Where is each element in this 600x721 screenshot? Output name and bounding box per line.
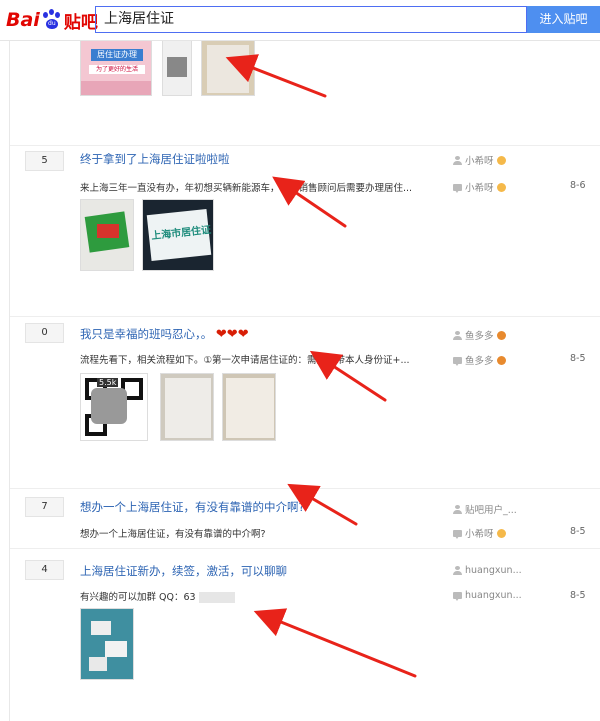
user-icon xyxy=(453,155,462,165)
divider xyxy=(10,548,600,549)
emoji-icon xyxy=(496,330,506,340)
baidu-tieba-logo[interactable]: Bai du 贴吧 xyxy=(6,7,98,33)
image-label: 5.5k xyxy=(97,378,119,387)
divider xyxy=(10,316,600,317)
red-arrow xyxy=(253,608,417,678)
last-reply-author[interactable]: 鱼多多 xyxy=(453,353,506,367)
thread-image[interactable] xyxy=(201,40,255,96)
reply-count-badge: 4 xyxy=(25,560,64,580)
thread-author[interactable]: huangxun... xyxy=(453,565,522,576)
emoji-icon xyxy=(496,155,506,165)
thread-title[interactable]: 想办一个上海居住证，有没有靠谱的中介啊? xyxy=(80,499,305,515)
thread-date: 8-6 xyxy=(570,180,586,191)
author-name: 鱼多多 xyxy=(465,331,494,342)
divider xyxy=(10,145,600,146)
thread-image[interactable] xyxy=(222,373,276,441)
logo-text: Bai xyxy=(6,9,40,31)
snippet-text: 有兴趣的可以加群 QQ：63 xyxy=(80,592,196,603)
thread-image[interactable] xyxy=(80,199,134,271)
card-subtitle-label: 为了更好的生活 xyxy=(89,65,145,74)
last-reply-name: 小希呀 xyxy=(465,183,494,194)
thread-date: 8-5 xyxy=(570,526,586,537)
thread-image[interactable] xyxy=(80,608,134,680)
emoji-icon xyxy=(496,355,506,365)
thread-snippet: 有兴趣的可以加群 QQ：63 xyxy=(80,589,235,603)
thread-snippet: 流程先看下，相关流程如下。①第一次申请居住证的：需要携带本人身份证+... xyxy=(80,355,410,366)
red-arrow xyxy=(272,176,347,228)
thread-title[interactable]: 上海居住证新办，续签，激活，可以聊聊 xyxy=(80,563,287,579)
author-name: 贴吧用户_... xyxy=(465,505,517,516)
author-name: 小希呀 xyxy=(465,156,494,167)
red-arrow xyxy=(225,54,327,98)
red-arrow xyxy=(309,350,387,402)
logo-tieba-text: 贴吧 xyxy=(63,12,98,33)
thread-title[interactable]: 我只是幸福的班吗忍心，。 ❤❤❤ xyxy=(80,326,249,342)
left-border xyxy=(9,40,10,721)
thread-snippet: 来上海三年一直没有办，年初想买辆新能源车，咨询销售顾问后需要办理居住... xyxy=(80,183,413,194)
reply-icon xyxy=(453,356,462,366)
header-bar: Bai du 贴吧 上海居住证 进入贴吧 xyxy=(0,0,600,41)
user-icon xyxy=(453,504,462,514)
last-reply-author[interactable]: huangxun... xyxy=(453,590,522,601)
thread-image[interactable]: 居住证办理 为了更好的生活 xyxy=(80,40,152,96)
thread-date: 8-5 xyxy=(570,353,586,364)
blurred-text xyxy=(198,592,235,603)
reply-icon xyxy=(453,183,462,193)
thread-snippet: 想办一个上海居住证，有没有靠谱的中介啊? xyxy=(80,529,266,540)
thread-author[interactable]: 小希呀 xyxy=(453,153,506,167)
thread-title-text: 我只是幸福的班吗忍心，。 xyxy=(80,327,213,341)
thread-image[interactable]: 上海市居住证 xyxy=(142,199,214,271)
divider xyxy=(10,488,600,489)
user-icon xyxy=(453,566,462,575)
user-icon xyxy=(453,330,462,340)
last-reply-name: huangxun... xyxy=(465,590,522,601)
last-reply-name: 小希呀 xyxy=(465,529,494,540)
thread-image[interactable]: 5.5k xyxy=(80,373,148,441)
thread-date: 8-5 xyxy=(570,590,586,601)
reply-icon xyxy=(453,592,462,601)
red-arrow xyxy=(287,483,358,526)
last-reply-name: 鱼多多 xyxy=(465,356,494,367)
baidu-paw-icon: du xyxy=(41,9,63,31)
thread-image[interactable] xyxy=(160,373,214,441)
reply-count-badge: 5 xyxy=(25,151,64,171)
last-reply-author[interactable]: 小希呀 xyxy=(453,180,506,194)
reply-count-badge: 7 xyxy=(25,497,64,517)
emoji-icon xyxy=(496,528,506,538)
search-input[interactable]: 上海居住证 xyxy=(95,6,527,33)
card-title-label: 居住证办理 xyxy=(91,49,143,61)
author-name: huangxun... xyxy=(465,565,522,576)
thread-image[interactable] xyxy=(162,40,192,96)
thread-author[interactable]: 贴吧用户_... xyxy=(453,502,517,516)
heart-icons: ❤❤❤ xyxy=(215,327,249,342)
enter-tieba-button[interactable]: 进入贴吧 xyxy=(527,6,600,33)
thread-title[interactable]: 终于拿到了上海居住证啦啦啦 xyxy=(80,151,230,167)
emoji-icon xyxy=(496,182,506,192)
thread-author[interactable]: 鱼多多 xyxy=(453,328,506,342)
last-reply-author[interactable]: 小希呀 xyxy=(453,526,506,540)
reply-icon xyxy=(453,529,462,539)
reply-count-badge: 0 xyxy=(25,323,64,343)
